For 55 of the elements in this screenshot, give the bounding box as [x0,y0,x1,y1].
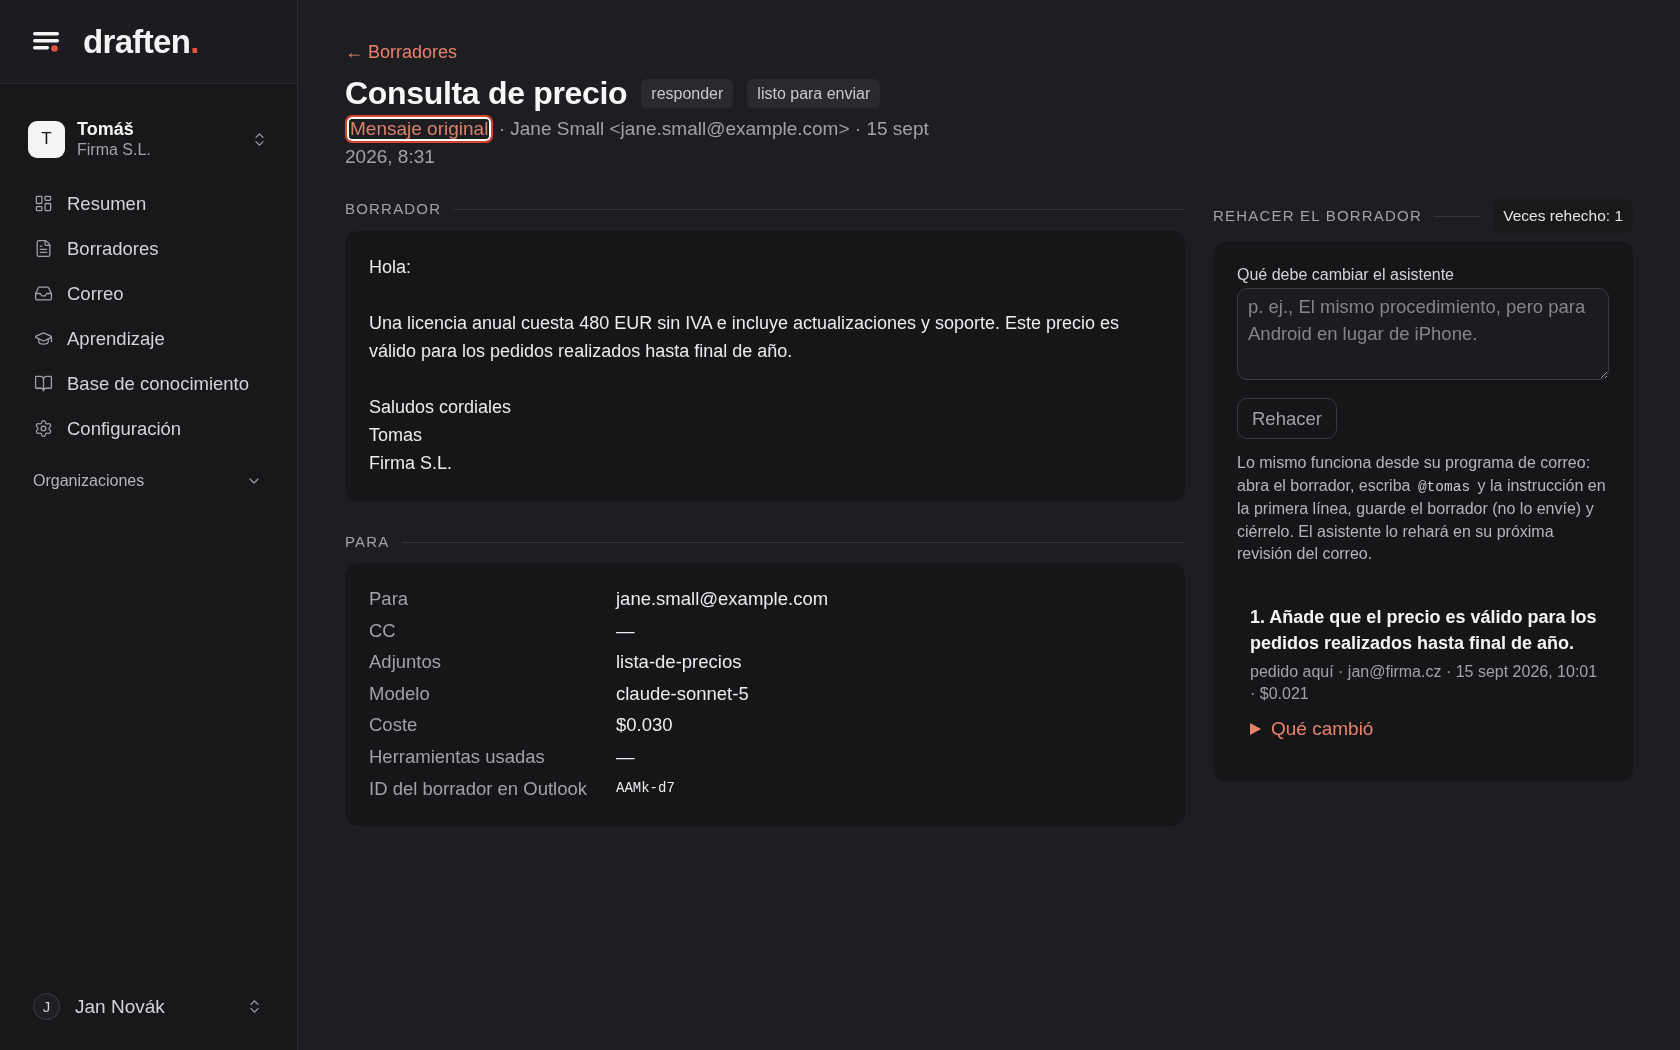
nav-item[interactable]: Correo [28,271,269,316]
document-icon [34,239,53,258]
account-avatar: T [28,120,65,158]
user-avatar: J [33,993,60,1021]
redo-hint: Lo mismo funciona desde su programa de correo: abra el borrador, escriba @tomas y la instrucción en la primera línea, guarde el borrador (no lo envíe) y ciérrelo. El asistente lo rehará en su próxima revisión del correo. [1237,453,1607,564]
account-name[interactable]: Tomáš [77,118,239,140]
redo-request: 1. Añade que el precio es válido para los pedidos realizados hasta final de año. [1250,605,1598,655]
book-icon [34,374,53,393]
detail-label: Modelo [369,681,431,706]
draft-text: Una licencia anual cuesta 480 EUR sin IVA e incluye actualizaciones y soporte. Este precio es válido para los pedidos realizados hasta final de año. [369,312,1121,363]
redo-meta: pedido aquí · jan@firma.cz · 15 sept 2026, 10:01 · $0.021 [1250,661,1599,704]
detail-label: Para [369,587,410,611]
draft-text: Tomas [369,424,423,447]
draft-text: Firma S.L. [369,452,453,475]
menu-icon[interactable] [33,31,59,52]
graduation-cap-icon [34,329,53,348]
changes-toggle[interactable]: Qué cambió [1250,715,1374,742]
dashboard-icon [34,194,53,213]
nav-item[interactable]: Borradores [28,226,269,271]
nav-item[interactable]: Resumen [28,181,269,226]
field-label: Qué debe cambiar el asistente [1237,265,1454,285]
section-heading: BORRADOR [345,198,442,219]
back-link[interactable]: ← Borradores [345,40,458,64]
detail-label: Adjuntos [369,650,442,675]
detail-value: AAMk-d7 [616,778,676,798]
detail-label: CC [369,618,397,643]
nav-item[interactable]: Base de conocimiento [28,361,269,406]
status-tag: responder [641,78,734,108]
account-org: Firma S.L. [77,140,152,160]
redo-count: Veces rehecho: 1 [1493,199,1633,233]
user-name[interactable]: Jan Novák [75,992,231,1021]
detail-value: lista-de-precios [616,650,743,675]
section-heading: PARA [345,531,390,552]
nav-item[interactable]: Aprendizaje [28,316,269,361]
inbox-icon [34,284,53,303]
draft-text: Saludos cordiales [369,396,513,419]
detail-value: — [616,744,636,769]
detail-value: — [616,618,636,643]
status-tag: listo para enviar [747,78,881,108]
nav-item[interactable]: Configuración [28,406,269,451]
detail-label: Coste [369,713,419,738]
message-meta: Mensaje original · Jane Small <jane.small@example.com> · 15 sept 2026, 8:31 [345,115,945,171]
detail-label: ID del borrador en Outlook [369,776,588,801]
section-heading: REHACER EL BORRADOR [1213,205,1422,226]
detail-value: $0.030 [616,713,674,738]
page-title: Consulta de precio [345,74,628,113]
detail-value: jane.small@example.com [616,587,830,611]
draft-text: Hola: [369,256,413,279]
instruction-field[interactable]: p. ej., El mismo procedimiento, pero para Android en lugar de iPhone. [1237,288,1609,380]
original-message-link[interactable]: Mensaje original [345,115,494,143]
detail-value: claude-sonnet-5 [616,681,750,706]
detail-label: Herramientas usadas [369,744,546,769]
settings-icon [34,419,53,438]
section-toggle[interactable]: Organizaciones [33,469,264,493]
brand-logo: draften. [83,25,199,58]
